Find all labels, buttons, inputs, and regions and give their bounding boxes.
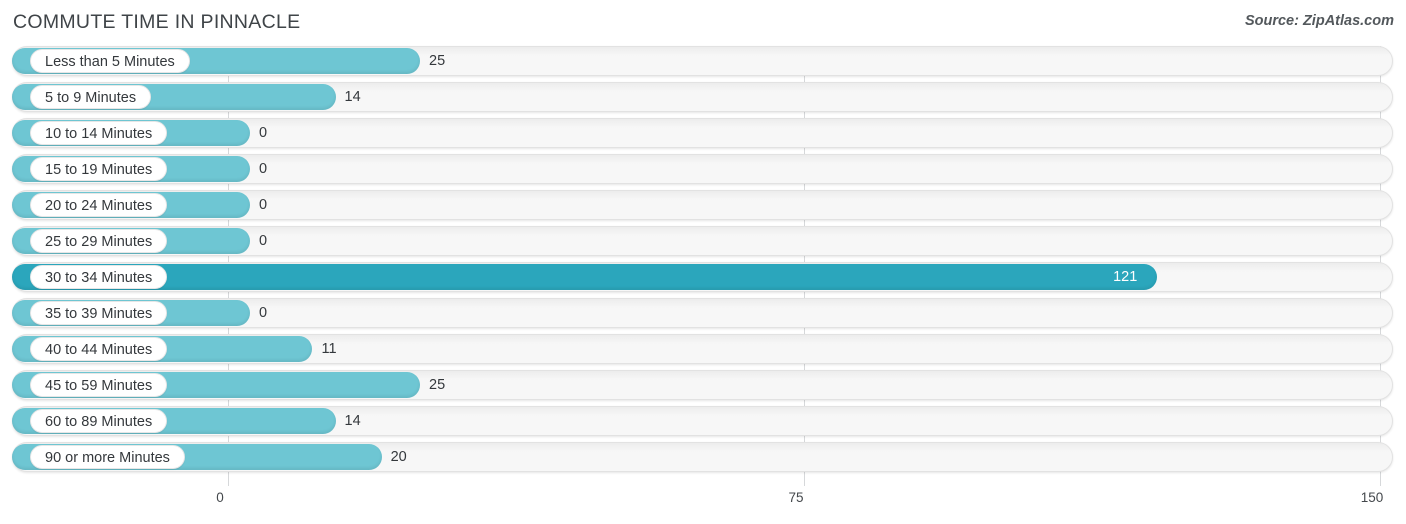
- bar-value-label: 25: [429, 377, 446, 393]
- bar-value-label: 25: [429, 53, 446, 69]
- bar-row[interactable]: 90 or more Minutes 20: [0, 442, 1406, 472]
- category-label-pill: 15 to 19 Minutes: [30, 157, 168, 181]
- bar-row[interactable]: 35 to 39 Minutes 0: [0, 298, 1406, 328]
- bar-value-label: 20: [390, 449, 407, 465]
- category-label-pill: 45 to 59 Minutes: [30, 373, 168, 397]
- bar-value-label: 11: [321, 341, 337, 357]
- bar-value-label: 0: [259, 233, 268, 249]
- bar-row[interactable]: 20 to 24 Minutes 0: [0, 190, 1406, 220]
- bar-row[interactable]: 60 to 89 Minutes 14: [0, 406, 1406, 436]
- bar-value-label: 14: [344, 89, 361, 105]
- category-label-pill: 5 to 9 Minutes: [30, 85, 152, 109]
- bar-row[interactable]: 5 to 9 Minutes 14: [0, 82, 1406, 112]
- category-label-pill: 35 to 39 Minutes: [30, 301, 168, 325]
- chart-header: COMMUTE TIME IN PINNACLE Source: ZipAtla…: [0, 0, 1406, 46]
- bar-rows: Less than 5 Minutes 25 5 to 9 Minutes 14 10 …: [0, 46, 1406, 478]
- bar-row[interactable]: 45 to 59 Minutes 25: [0, 370, 1406, 400]
- bar-row[interactable]: 30 to 34 Minutes 121: [0, 262, 1406, 292]
- category-label-pill: 30 to 34 Minutes: [30, 265, 168, 289]
- bar-row[interactable]: 15 to 19 Minutes 0: [0, 154, 1406, 184]
- bar-row[interactable]: 25 to 29 Minutes 0: [0, 226, 1406, 256]
- axis-tick-label: 75: [788, 490, 804, 505]
- bar-row[interactable]: 10 to 14 Minutes 0: [0, 118, 1406, 148]
- bar-row[interactable]: 40 to 44 Minutes 11: [0, 334, 1406, 364]
- value-bar[interactable]: [12, 264, 1158, 290]
- bar-value-label: 0: [259, 197, 268, 213]
- page-title: COMMUTE TIME IN PINNACLE: [13, 11, 301, 33]
- bar-value-label: 14: [344, 413, 361, 429]
- category-label-pill: 25 to 29 Minutes: [30, 229, 168, 253]
- category-label-pill: 40 to 44 Minutes: [30, 337, 168, 361]
- bar-value-label: 0: [259, 305, 268, 321]
- bar-value-label: 121: [1113, 269, 1138, 285]
- source-attribution: Source: ZipAtlas.com: [1244, 13, 1394, 29]
- category-label-pill: 10 to 14 Minutes: [30, 121, 168, 145]
- category-label-pill: 90 or more Minutes: [30, 445, 185, 469]
- category-label-pill: 60 to 89 Minutes: [30, 409, 168, 433]
- category-label-pill: 20 to 24 Minutes: [30, 193, 168, 217]
- axis-tick-label: 150: [1360, 490, 1384, 505]
- category-label-pill: Less than 5 Minutes: [30, 49, 190, 73]
- plot-area: Less than 5 Minutes 25 5 to 9 Minutes 14 10 …: [0, 46, 1406, 486]
- bar-row[interactable]: Less than 5 Minutes 25: [0, 46, 1406, 76]
- x-axis: 0 75 150: [0, 486, 1406, 524]
- axis-tick-label: 0: [216, 490, 224, 505]
- bar-value-label: 0: [259, 161, 268, 177]
- bar-value-label: 0: [259, 125, 268, 141]
